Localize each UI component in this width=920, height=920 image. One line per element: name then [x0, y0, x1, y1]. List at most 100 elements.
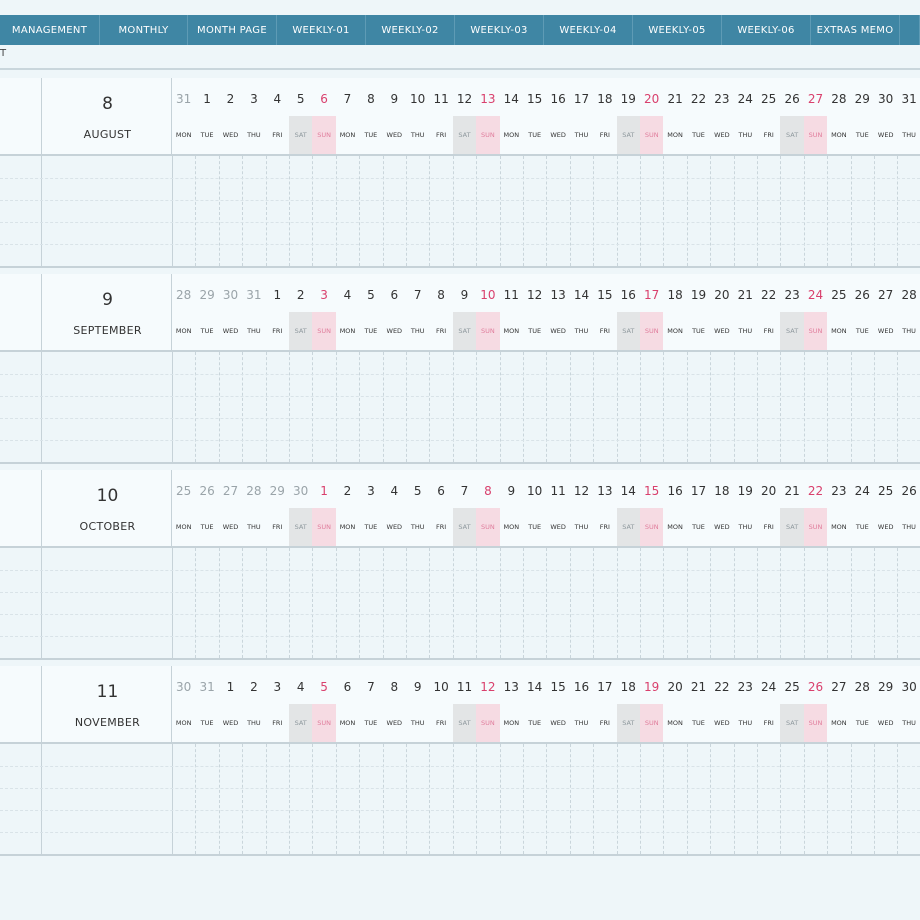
day-number[interactable]: 4 [336, 288, 359, 302]
day-number[interactable]: 29 [851, 92, 874, 106]
day-number[interactable]: 30 [219, 288, 242, 302]
day-number[interactable]: 4 [383, 484, 406, 498]
month-label[interactable]: 8 AUGUST [41, 78, 172, 154]
day-number[interactable]: 7 [453, 484, 476, 498]
day-number[interactable]: 12 [453, 92, 476, 106]
day-number[interactable]: 18 [663, 288, 686, 302]
day-number[interactable]: 26 [195, 484, 218, 498]
day-number[interactable]: 9 [500, 484, 523, 498]
day-number[interactable]: 25 [757, 92, 780, 106]
day-number[interactable]: 3 [312, 288, 335, 302]
day-number[interactable]: 16 [663, 484, 686, 498]
day-number[interactable]: 30 [874, 92, 897, 106]
day-number[interactable]: 1 [219, 680, 242, 694]
day-number[interactable]: 7 [406, 288, 429, 302]
day-number[interactable]: 25 [874, 484, 897, 498]
day-number[interactable]: 17 [687, 484, 710, 498]
day-number[interactable]: 10 [429, 680, 452, 694]
day-number[interactable]: 12 [570, 484, 593, 498]
day-number[interactable]: 24 [851, 484, 874, 498]
tab-extras-memo[interactable]: EXTRAS MEMO [811, 15, 900, 45]
day-number[interactable]: 10 [406, 92, 429, 106]
day-number[interactable]: 9 [453, 288, 476, 302]
day-number[interactable]: 20 [710, 288, 733, 302]
day-number[interactable]: 19 [734, 484, 757, 498]
day-number[interactable]: 15 [546, 680, 569, 694]
day-number[interactable]: 24 [734, 92, 757, 106]
day-number[interactable]: 8 [429, 288, 452, 302]
day-number[interactable]: 27 [874, 288, 897, 302]
tab-weekly-06[interactable]: WEEKLY-06 [722, 15, 811, 45]
day-number[interactable]: 12 [476, 680, 499, 694]
day-number[interactable]: 11 [500, 288, 523, 302]
day-number[interactable]: 4 [266, 92, 289, 106]
day-number[interactable]: 28 [827, 92, 850, 106]
day-number[interactable]: 6 [429, 484, 452, 498]
day-number[interactable]: 27 [804, 92, 827, 106]
day-number[interactable]: 18 [593, 92, 616, 106]
day-number[interactable]: 3 [266, 680, 289, 694]
day-number[interactable]: 2 [242, 680, 265, 694]
month-notes-grid[interactable] [0, 548, 920, 658]
day-number[interactable]: 30 [289, 484, 312, 498]
tab-weekly-04[interactable]: WEEKLY-04 [544, 15, 633, 45]
day-number[interactable]: 22 [687, 92, 710, 106]
day-number[interactable]: 8 [383, 680, 406, 694]
day-number[interactable]: 17 [570, 92, 593, 106]
day-number[interactable]: 22 [710, 680, 733, 694]
day-number[interactable]: 21 [663, 92, 686, 106]
day-number[interactable]: 23 [827, 484, 850, 498]
tab-monthly[interactable]: MONTHLY [100, 15, 188, 45]
day-number[interactable]: 31 [172, 92, 195, 106]
tab-overflow[interactable] [900, 15, 920, 45]
day-number[interactable]: 15 [593, 288, 616, 302]
day-number[interactable]: 31 [242, 288, 265, 302]
day-number[interactable]: 14 [617, 484, 640, 498]
day-number[interactable]: 3 [242, 92, 265, 106]
day-number[interactable]: 25 [827, 288, 850, 302]
day-number[interactable]: 27 [219, 484, 242, 498]
day-number[interactable]: 28 [172, 288, 195, 302]
day-number[interactable]: 5 [406, 484, 429, 498]
day-number[interactable]: 9 [383, 92, 406, 106]
tab-weekly-01[interactable]: WEEKLY-01 [277, 15, 366, 45]
day-number[interactable]: 26 [780, 92, 803, 106]
day-number[interactable]: 19 [640, 680, 663, 694]
day-number[interactable]: 2 [289, 288, 312, 302]
day-number[interactable]: 12 [523, 288, 546, 302]
day-number[interactable]: 22 [804, 484, 827, 498]
day-number[interactable]: 6 [312, 92, 335, 106]
day-number[interactable]: 16 [570, 680, 593, 694]
day-number[interactable]: 25 [780, 680, 803, 694]
day-number[interactable]: 9 [406, 680, 429, 694]
day-number[interactable]: 10 [523, 484, 546, 498]
day-number[interactable]: 28 [242, 484, 265, 498]
day-number[interactable]: 2 [219, 92, 242, 106]
month-label[interactable]: 10 OCTOBER [41, 470, 172, 546]
day-number[interactable]: 15 [640, 484, 663, 498]
day-number[interactable]: 13 [500, 680, 523, 694]
day-number[interactable]: 14 [500, 92, 523, 106]
day-number[interactable]: 2 [336, 484, 359, 498]
day-number[interactable]: 24 [804, 288, 827, 302]
day-number[interactable]: 21 [687, 680, 710, 694]
day-number[interactable]: 25 [172, 484, 195, 498]
day-number[interactable]: 18 [617, 680, 640, 694]
day-number[interactable]: 19 [687, 288, 710, 302]
day-number[interactable]: 15 [523, 92, 546, 106]
tab-weekly-05[interactable]: WEEKLY-05 [633, 15, 722, 45]
day-number[interactable]: 28 [851, 680, 874, 694]
day-number[interactable]: 8 [359, 92, 382, 106]
day-number[interactable]: 20 [663, 680, 686, 694]
day-number[interactable]: 29 [266, 484, 289, 498]
day-number[interactable]: 11 [453, 680, 476, 694]
tab-month-page[interactable]: MONTH PAGE [188, 15, 277, 45]
day-number[interactable]: 6 [383, 288, 406, 302]
day-number[interactable]: 14 [570, 288, 593, 302]
day-number[interactable]: 23 [734, 680, 757, 694]
day-number[interactable]: 7 [359, 680, 382, 694]
day-number[interactable]: 22 [757, 288, 780, 302]
day-number[interactable]: 19 [617, 92, 640, 106]
month-label[interactable]: 11 NOVEMBER [41, 666, 172, 742]
day-number[interactable]: 5 [289, 92, 312, 106]
